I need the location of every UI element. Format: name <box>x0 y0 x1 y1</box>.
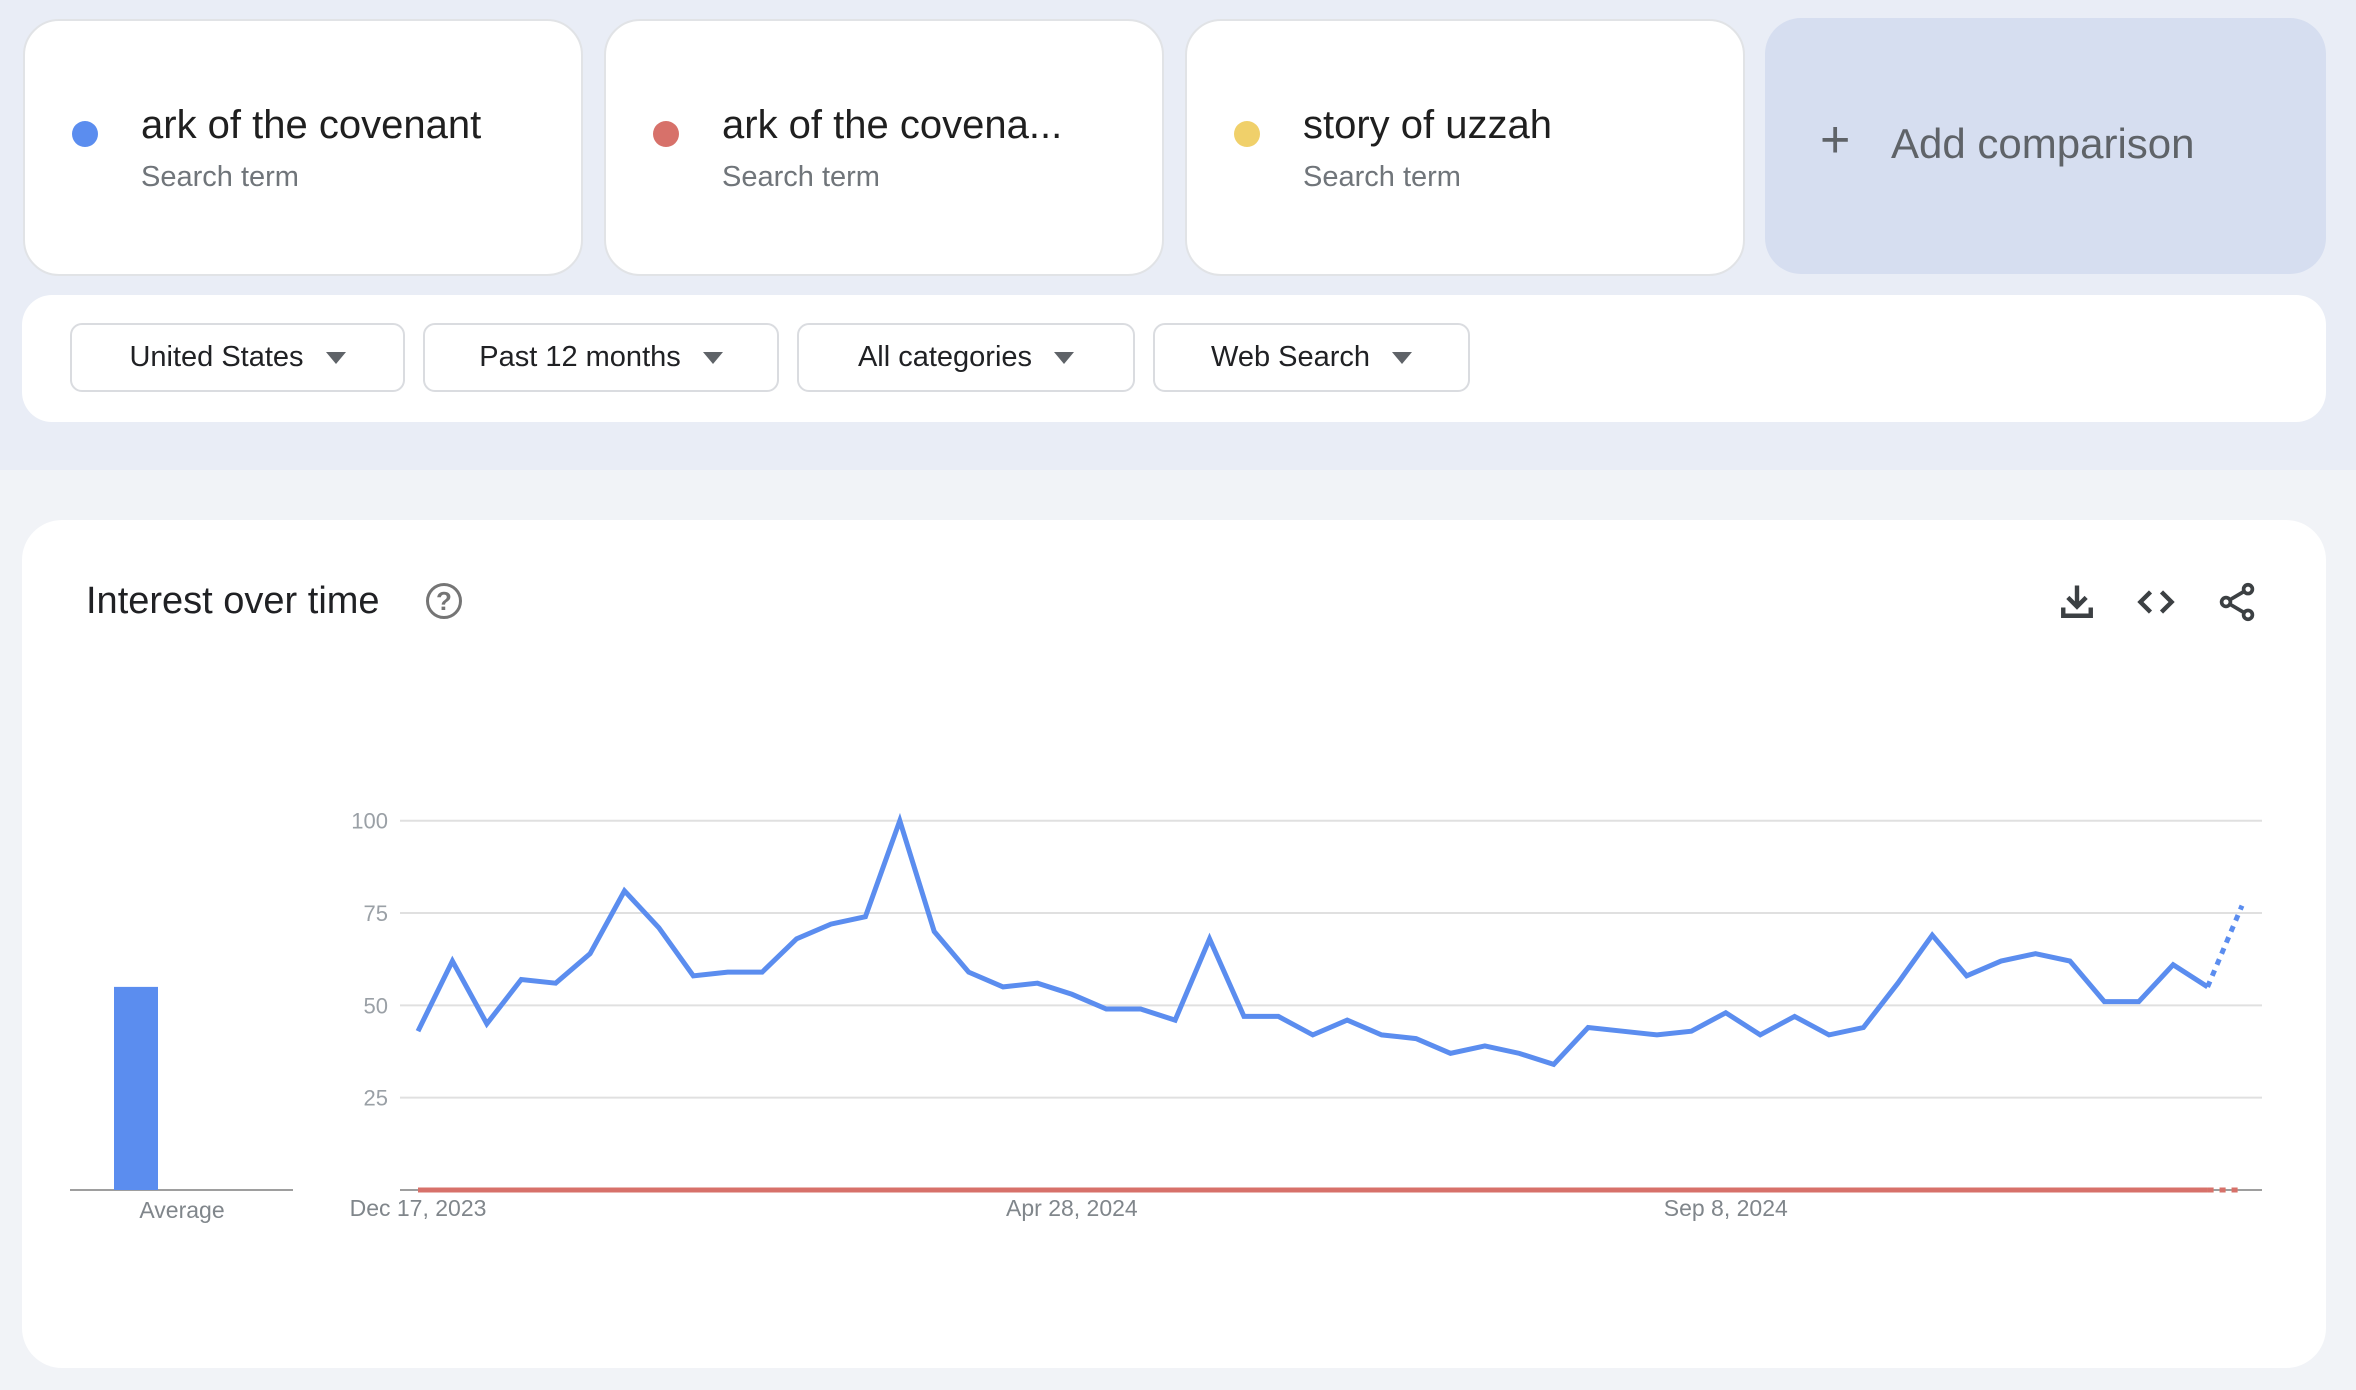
term-name: ark of the covena... <box>722 103 1063 147</box>
term-type: Search term <box>722 161 880 193</box>
download-icon[interactable] <box>2055 580 2099 624</box>
series-color-dot <box>72 121 98 147</box>
add-comparison-label: Add comparison <box>1891 120 2195 167</box>
plus-icon: + <box>1820 111 1851 169</box>
term-name: ark of the covenant <box>141 103 482 147</box>
term-type: Search term <box>141 161 299 193</box>
interest-over-time-card: Interest over time ? <box>22 520 2326 1368</box>
help-circle-icon[interactable]: ? <box>426 583 462 619</box>
series-color-dot <box>1234 121 1260 147</box>
caret-down-icon <box>702 351 723 364</box>
series-color-dot <box>653 121 679 147</box>
caret-down-icon <box>1392 351 1413 364</box>
region-dropdown[interactable]: United States <box>70 323 405 392</box>
dropdown-label: United States <box>129 341 304 373</box>
category-dropdown[interactable]: All categories <box>797 323 1135 392</box>
term-card-3[interactable]: story of uzzah Search term <box>1185 19 1745 276</box>
section-title: Interest over time <box>86 580 380 622</box>
caret-down-icon <box>325 351 346 364</box>
caret-down-icon <box>1054 351 1075 364</box>
dropdown-label: All categories <box>857 341 1033 373</box>
term-card-1[interactable]: ark of the covenant Search term <box>23 19 583 276</box>
term-name: story of uzzah <box>1303 103 1553 147</box>
dropdown-label: Web Search <box>1210 341 1371 373</box>
filter-panel: United States Past 12 months All categor… <box>22 295 2326 422</box>
time-range-dropdown[interactable]: Past 12 months <box>423 323 779 392</box>
term-card-2[interactable]: ark of the covena... Search term <box>604 19 1164 276</box>
dropdown-label: Past 12 months <box>479 341 681 373</box>
add-comparison-button[interactable]: + Add comparison <box>1765 18 2326 274</box>
embed-code-icon[interactable] <box>2134 580 2178 624</box>
search-type-dropdown[interactable]: Web Search <box>1153 323 1470 392</box>
term-type: Search term <box>1303 161 1461 193</box>
share-icon[interactable] <box>2215 580 2259 624</box>
